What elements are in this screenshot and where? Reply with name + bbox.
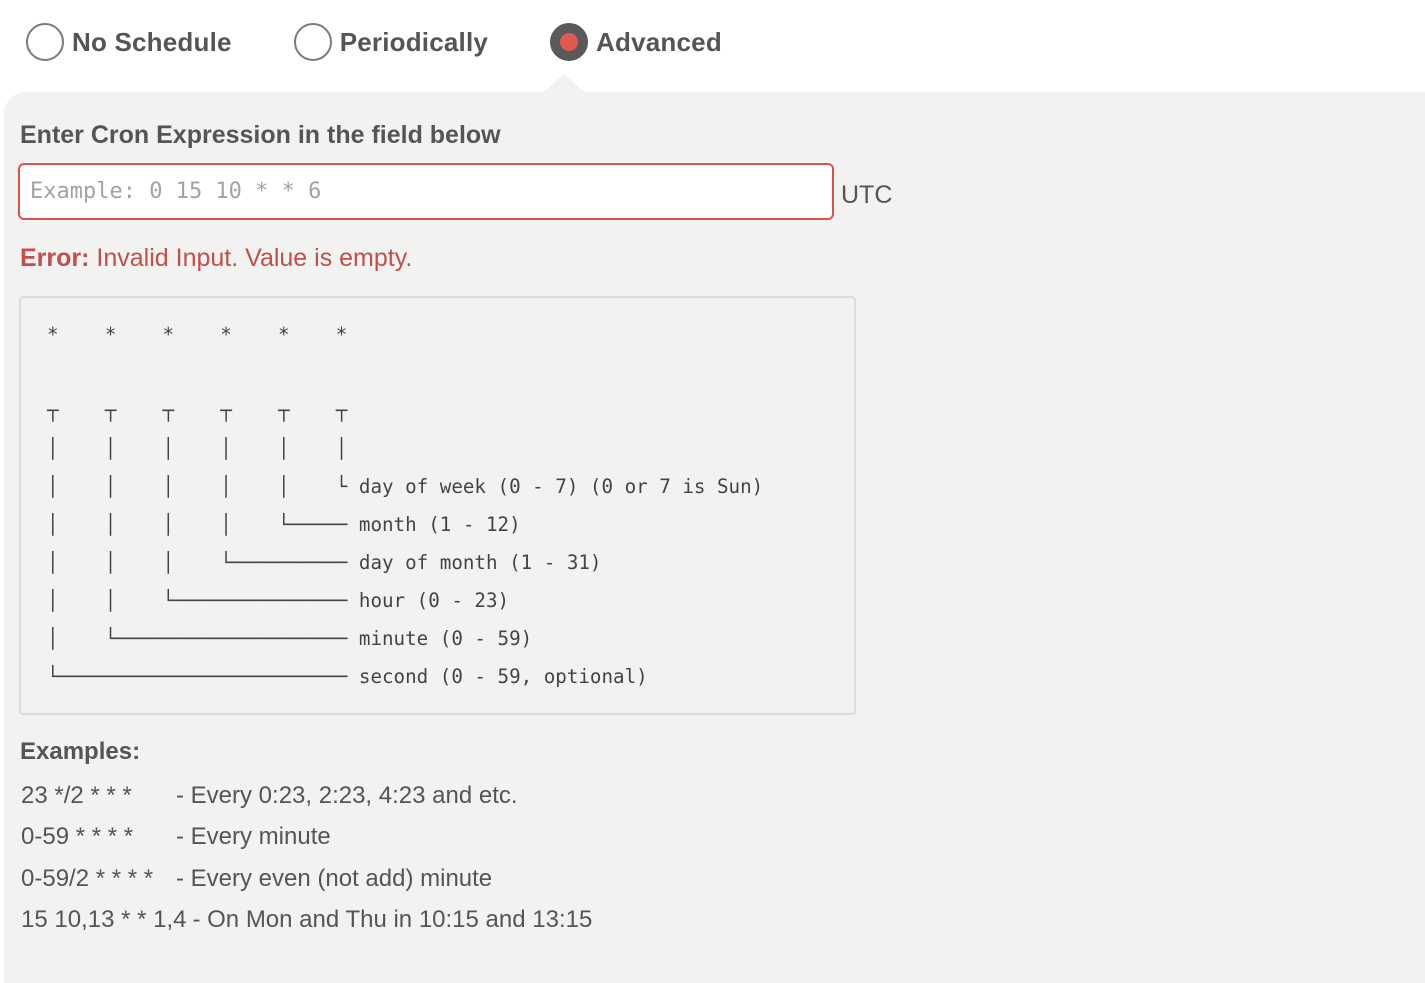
example-description: - On Mon and Thu in 10:15 and 13:15: [192, 906, 593, 934]
radio-selected-dot: [560, 33, 579, 51]
example-row: 23 */2 * * * - Every 0:23, 2:23, 4:23 an…: [21, 775, 592, 817]
radio-periodically[interactable]: Periodically: [293, 23, 488, 61]
example-expression: 0-59/2 * * * *: [21, 864, 154, 892]
cron-expression-input[interactable]: [18, 163, 834, 220]
radio-advanced[interactable]: Advanced: [550, 23, 722, 61]
radio-no-schedule[interactable]: No Schedule: [26, 23, 232, 61]
example-row: 15 10,13 * * 1,4 - On Mon and Thu in 10:…: [21, 900, 592, 942]
example-row: 0-59/2 * * * * - Every even (not add) mi…: [21, 858, 592, 900]
radio-periodically-label[interactable]: Periodically: [340, 27, 488, 58]
example-description: - Every 0:23, 2:23, 4:23 and etc.: [176, 781, 518, 809]
radio-advanced-label[interactable]: Advanced: [596, 27, 722, 58]
panel-pointer: [544, 74, 584, 92]
radio-periodically-circle[interactable]: [293, 23, 332, 61]
timezone-label: UTC: [841, 181, 893, 209]
example-expression: 0-59 * * * *: [21, 823, 134, 851]
cron-instruction: Enter Cron Expression in the field below: [20, 121, 501, 149]
radio-advanced-circle[interactable]: [550, 23, 589, 61]
examples-title: Examples:: [20, 738, 141, 765]
cron-diagram-text: * * * * * * ┬ ┬ ┬ ┬ ┬ ┬ │ │ │ │ │ │ │ │ …: [47, 323, 764, 688]
example-expression: 15 10,13 * * 1,4: [21, 906, 187, 934]
example-description: - Every even (not add) minute: [176, 864, 493, 892]
example-description: - Every minute: [176, 823, 331, 851]
error-text: Invalid Input. Value is empty.: [89, 244, 413, 272]
radio-no-schedule-circle[interactable]: [26, 23, 64, 61]
example-expression: 23 */2 * * *: [21, 781, 132, 809]
examples-list: 23 */2 * * * - Every 0:23, 2:23, 4:23 an…: [21, 775, 592, 941]
example-row: 0-59 * * * * - Every minute: [21, 817, 592, 859]
radio-no-schedule-label[interactable]: No Schedule: [72, 27, 232, 58]
schedule-type-radio-group: No Schedule Periodically Advanced: [26, 20, 784, 64]
error-message: Error: Invalid Input. Value is empty.: [20, 244, 412, 273]
error-prefix: Error:: [20, 244, 90, 272]
cron-syntax-diagram: * * * * * * ┬ ┬ ┬ ┬ ┬ ┬ │ │ │ │ │ │ │ │ …: [19, 296, 856, 715]
